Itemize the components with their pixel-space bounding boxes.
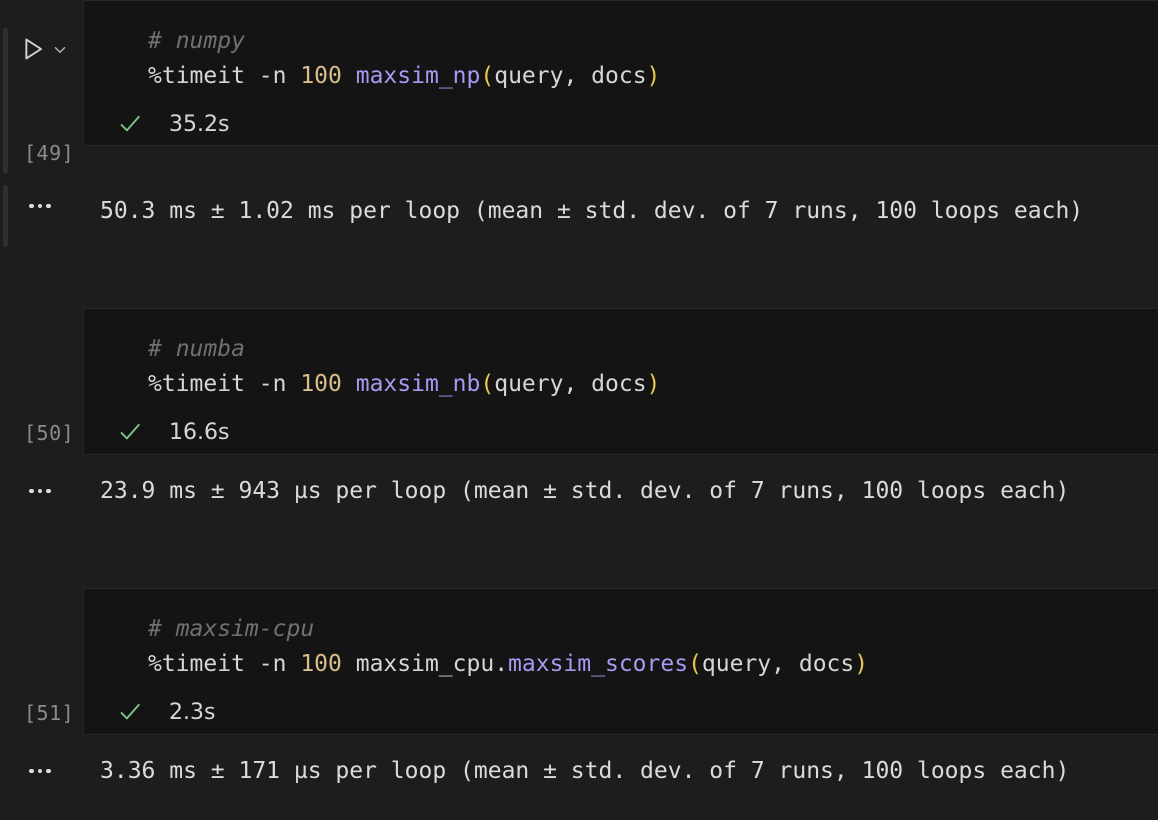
ellipsis-icon	[46, 769, 51, 774]
chevron-down-icon	[52, 42, 68, 58]
ellipsis-icon	[29, 204, 34, 209]
success-check-icon	[117, 111, 143, 137]
ellipsis-icon	[46, 489, 51, 494]
ellipsis-icon	[46, 204, 51, 209]
cell-status-bar: 35.2s	[84, 110, 1158, 138]
ellipsis-icon	[29, 489, 34, 494]
code-cell[interactable]: # numba %timeit -n 100 maxsim_nb(query, …	[83, 308, 1158, 455]
code-cell[interactable]: # numpy %timeit -n 100 maxsim_np(query, …	[83, 0, 1158, 146]
execution-duration: 16.6s	[169, 420, 229, 445]
success-check-icon	[117, 699, 143, 725]
cell-focus-bar-output[interactable]	[3, 185, 8, 247]
success-check-icon	[117, 419, 143, 445]
ellipsis-icon	[29, 769, 34, 774]
cell-output: 3.36 ms ± 171 µs per loop (mean ± std. d…	[100, 757, 1069, 785]
execution-count-label: [51]	[24, 701, 74, 725]
code-line[interactable]: %timeit -n 100 maxsim_cpu.maxsim_scores(…	[148, 647, 1158, 682]
run-options-dropdown[interactable]	[52, 42, 68, 58]
code-editor[interactable]: # numpy %timeit -n 100 maxsim_np(query, …	[84, 1, 1158, 94]
code-editor[interactable]: # numba %timeit -n 100 maxsim_nb(query, …	[84, 309, 1158, 402]
ellipsis-icon	[38, 489, 43, 494]
execution-count-label: [50]	[24, 421, 74, 445]
run-cell-button[interactable]	[19, 35, 47, 63]
execution-duration: 2.3s	[169, 700, 215, 725]
output-more-actions-button[interactable]	[29, 485, 55, 497]
code-line[interactable]: # numba	[148, 332, 1158, 367]
cell-output: 23.9 ms ± 943 µs per loop (mean ± std. d…	[100, 477, 1069, 505]
code-cell[interactable]: # maxsim-cpu %timeit -n 100 maxsim_cpu.m…	[83, 588, 1158, 735]
code-editor[interactable]: # maxsim-cpu %timeit -n 100 maxsim_cpu.m…	[84, 589, 1158, 682]
code-line[interactable]: # maxsim-cpu	[148, 612, 1158, 647]
play-icon	[19, 35, 47, 63]
ellipsis-icon	[38, 769, 43, 774]
code-line[interactable]: %timeit -n 100 maxsim_np(query, docs)	[148, 59, 1158, 94]
execution-count-label: [49]	[24, 141, 74, 165]
output-more-actions-button[interactable]	[29, 200, 55, 212]
cell-status-bar: 16.6s	[84, 418, 1158, 446]
execution-duration: 35.2s	[169, 112, 229, 137]
notebook-page: [49] # numpy %timeit -n 100 maxsim_np(qu…	[0, 0, 1158, 820]
cell-output: 50.3 ms ± 1.02 ms per loop (mean ± std. …	[100, 197, 1083, 225]
output-more-actions-button[interactable]	[29, 765, 55, 777]
code-line[interactable]: # numpy	[148, 24, 1158, 59]
cell-status-bar: 2.3s	[84, 698, 1158, 726]
ellipsis-icon	[38, 204, 43, 209]
code-line[interactable]: %timeit -n 100 maxsim_nb(query, docs)	[148, 367, 1158, 402]
cell-focus-bar-editor[interactable]	[3, 28, 8, 174]
